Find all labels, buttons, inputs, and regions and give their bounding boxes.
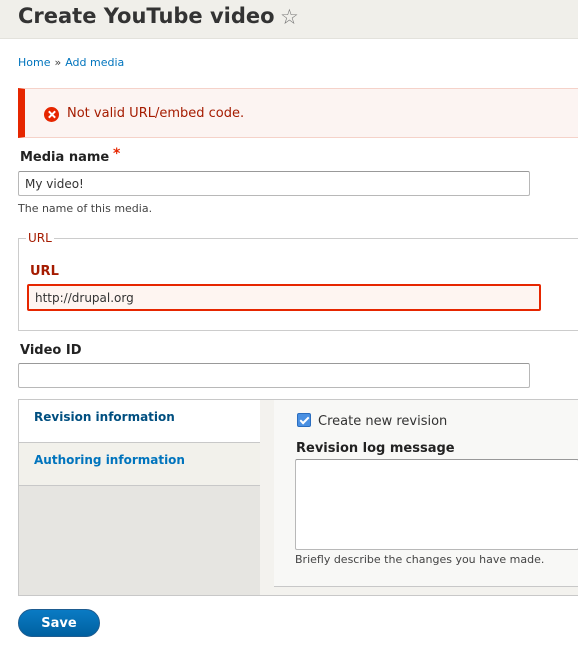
page-title: Create YouTube video (18, 4, 275, 28)
url-label: URL (30, 264, 59, 279)
required-marker: * (113, 146, 121, 162)
breadcrumb-add-media-link[interactable]: Add media (65, 56, 124, 69)
revision-log-textarea[interactable] (295, 459, 578, 550)
error-message: Not valid URL/embed code. (18, 88, 578, 138)
page-header: Create YouTube video ☆ (0, 0, 578, 39)
error-icon (44, 107, 59, 122)
video-id-input[interactable] (18, 363, 530, 388)
save-button[interactable]: Save (18, 609, 100, 637)
url-input[interactable] (27, 284, 541, 311)
star-shortcut-icon[interactable]: ☆ (280, 5, 299, 29)
revision-log-label: Revision log message (296, 441, 455, 456)
breadcrumb-separator: » (54, 56, 62, 69)
media-name-description: The name of this media. (18, 202, 153, 215)
video-id-label: Video ID (20, 343, 82, 358)
media-name-label: Media name (20, 150, 110, 165)
create-new-revision-checkbox[interactable] (297, 413, 311, 427)
tab-authoring-information[interactable]: Authoring information (19, 443, 260, 486)
revision-information-pane: Create new revision Revision log message… (260, 400, 578, 595)
revision-log-description: Briefly describe the changes you have ma… (295, 553, 545, 566)
url-fieldset-legend: URL (26, 231, 54, 245)
tab-revision-information-label: Revision information (34, 410, 175, 424)
media-name-input[interactable] (18, 171, 530, 196)
tab-revision-information[interactable]: Revision information (19, 400, 260, 443)
breadcrumb: Home » Add media (18, 56, 124, 69)
vertical-tabs: Revision information Authoring informati… (18, 399, 578, 596)
create-new-revision-label[interactable]: Create new revision (318, 414, 447, 429)
vertical-tabs-menu: Revision information Authoring informati… (19, 400, 260, 595)
tab-authoring-information-label: Authoring information (34, 453, 185, 467)
error-message-text: Not valid URL/embed code. (67, 106, 245, 121)
breadcrumb-home-link[interactable]: Home (18, 56, 50, 69)
